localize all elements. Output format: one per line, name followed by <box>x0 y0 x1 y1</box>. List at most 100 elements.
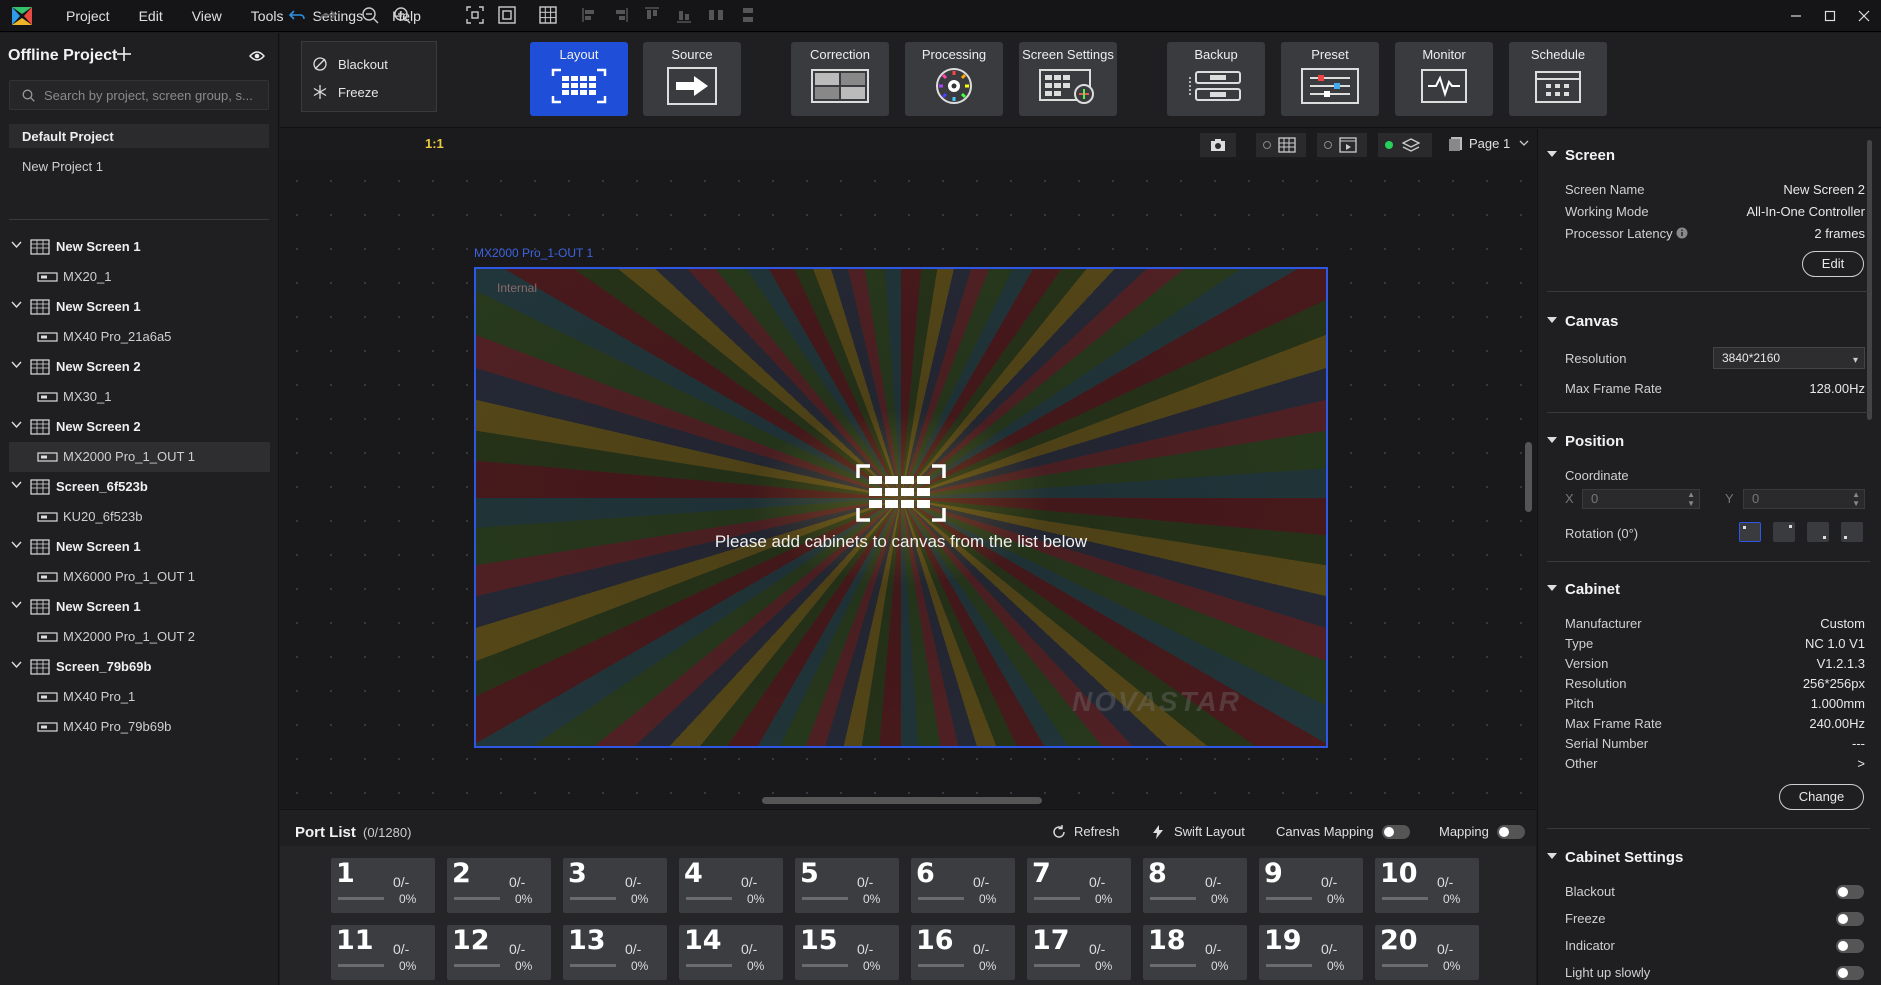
menu-view[interactable]: View <box>192 0 222 32</box>
stepper-arrows-icon[interactable]: ▲ ▼ <box>1852 490 1860 508</box>
zoom-actual-size[interactable]: 1:1 <box>425 136 444 151</box>
rotation-180-button[interactable] <box>1807 522 1829 542</box>
port-card[interactable]: 7 0/- 0% <box>1027 858 1131 913</box>
port-card[interactable]: 11 0/- 0% <box>331 925 435 980</box>
port-card[interactable]: 12 0/- 0% <box>447 925 551 980</box>
properties-scrollbar[interactable] <box>1867 140 1872 420</box>
chevron-down-icon[interactable] <box>11 421 22 429</box>
screen-settings-button[interactable]: Screen Settings <box>1019 42 1117 116</box>
layout-button[interactable]: Layout <box>530 42 628 116</box>
view-toggle-layers[interactable] <box>1378 133 1432 157</box>
rotation-90-button[interactable] <box>1773 522 1795 542</box>
tree-screen-row[interactable]: New Screen 1 <box>0 592 279 622</box>
chevron-down-icon[interactable] <box>11 661 22 669</box>
zoom-in-icon[interactable] <box>393 6 411 24</box>
port-card[interactable]: 18 0/- 0% <box>1143 925 1247 980</box>
tree-screen-row[interactable]: New Screen 1 <box>0 532 279 562</box>
monitor-button[interactable]: Monitor <box>1395 42 1493 116</box>
schedule-button[interactable]: Schedule <box>1509 42 1607 116</box>
tree-device-row[interactable]: MX40 Pro_21a6a5 <box>0 322 279 352</box>
page-selector[interactable]: Page 1 <box>1469 136 1510 151</box>
port-card[interactable]: 5 0/- 0% <box>795 858 899 913</box>
chevron-down-icon[interactable] <box>1519 140 1529 147</box>
new-project-item[interactable]: New Project 1 <box>22 159 103 174</box>
distribute-horizontal-icon[interactable] <box>707 6 725 24</box>
zoom-out-icon[interactable] <box>361 6 379 24</box>
menu-edit[interactable]: Edit <box>139 0 163 32</box>
canvas-section-header[interactable]: Canvas <box>1547 313 1618 330</box>
add-project-icon[interactable] <box>116 46 132 62</box>
menu-project[interactable]: Project <box>66 0 110 32</box>
port-card[interactable]: 10 0/- 0% <box>1375 858 1479 913</box>
tree-screen-row[interactable]: New Screen 1 <box>0 292 279 322</box>
info-icon[interactable] <box>1676 227 1688 239</box>
eye-icon[interactable] <box>249 50 265 62</box>
canvas-mapping-toggle[interactable]: Canvas Mapping <box>1276 824 1410 839</box>
swift-layout-button[interactable]: Swift Layout <box>1152 824 1245 839</box>
edit-screen-button[interactable]: Edit <box>1802 251 1864 277</box>
port-card[interactable]: 17 0/- 0% <box>1027 925 1131 980</box>
port-card[interactable]: 2 0/- 0% <box>447 858 551 913</box>
default-project-item[interactable]: Default Project <box>9 124 269 148</box>
tree-screen-row[interactable]: New Screen 2 <box>0 352 279 382</box>
refresh-button[interactable]: Refresh <box>1052 824 1120 839</box>
port-card[interactable]: 4 0/- 0% <box>679 858 783 913</box>
chevron-down-icon[interactable] <box>11 301 22 309</box>
align-bottom-icon[interactable] <box>675 6 693 24</box>
tree-screen-row[interactable]: New Screen 1 <box>0 232 279 262</box>
canvas-resolution-select[interactable]: 3840*2160 ▾ <box>1713 347 1865 369</box>
tree-device-row[interactable]: MX6000 Pro_1_OUT 1 <box>0 562 279 592</box>
port-card[interactable]: 14 0/- 0% <box>679 925 783 980</box>
view-toggle-grid[interactable] <box>1256 133 1306 157</box>
align-left-icon[interactable] <box>581 6 599 24</box>
rotation-270-button[interactable] <box>1841 522 1863 542</box>
chevron-down-icon[interactable] <box>11 241 22 249</box>
canvas-vertical-scrollbar[interactable] <box>1525 442 1532 512</box>
align-top-icon[interactable] <box>643 6 661 24</box>
screen-section-header[interactable]: Screen <box>1547 147 1615 164</box>
canvas-mapping-switch[interactable] <box>1381 824 1410 839</box>
correction-button[interactable]: Correction <box>791 42 889 116</box>
rotation-0-button[interactable] <box>1739 522 1761 542</box>
cabinet-section-header[interactable]: Cabinet <box>1547 581 1620 598</box>
x-coordinate-input[interactable]: 0 ▲ ▼ <box>1582 489 1700 509</box>
port-card[interactable]: 13 0/- 0% <box>563 925 667 980</box>
port-card[interactable]: 1 0/- 0% <box>331 858 435 913</box>
freeze-toggle[interactable]: Freeze <box>312 82 378 102</box>
tree-device-row[interactable]: MX30_1 <box>0 382 279 412</box>
tree-screen-row[interactable]: Screen_6f523b <box>0 472 279 502</box>
chevron-down-icon[interactable] <box>11 541 22 549</box>
processing-button[interactable]: Processing <box>905 42 1003 116</box>
port-card[interactable]: 20 0/- 0% <box>1375 925 1479 980</box>
close-icon[interactable] <box>1847 0 1881 32</box>
tree-device-row[interactable]: MX2000 Pro_1_OUT 2 <box>0 622 279 652</box>
backup-button[interactable]: Backup <box>1167 42 1265 116</box>
undo-icon[interactable] <box>288 6 306 24</box>
mapping-toggle[interactable]: Mapping <box>1439 824 1525 839</box>
port-card[interactable]: 8 0/- 0% <box>1143 858 1247 913</box>
align-right-icon[interactable] <box>611 6 629 24</box>
tree-device-row[interactable]: MX40 Pro_1 <box>0 682 279 712</box>
blackout-toggle[interactable]: Blackout <box>312 54 388 74</box>
view-toggle-video[interactable] <box>1317 133 1367 157</box>
y-coordinate-input[interactable]: 0 ▲ ▼ <box>1743 489 1865 509</box>
fit-canvas-icon[interactable] <box>498 6 516 24</box>
cabinet-setting-toggle[interactable] <box>1836 885 1864 899</box>
port-card[interactable]: 15 0/- 0% <box>795 925 899 980</box>
menu-tools[interactable]: Tools <box>251 0 284 32</box>
cabinet-settings-section-header[interactable]: Cabinet Settings <box>1547 849 1683 866</box>
redo-icon[interactable] <box>319 6 337 24</box>
screenshot-button[interactable] <box>1200 133 1236 157</box>
distribute-vertical-icon[interactable] <box>739 6 757 24</box>
fit-screen-icon[interactable] <box>466 6 484 24</box>
port-card[interactable]: 3 0/- 0% <box>563 858 667 913</box>
chevron-down-icon[interactable] <box>11 601 22 609</box>
maximize-icon[interactable] <box>1813 0 1847 32</box>
cabinet-setting-toggle[interactable] <box>1836 966 1864 980</box>
chevron-down-icon[interactable] <box>11 481 22 489</box>
change-cabinet-button[interactable]: Change <box>1779 784 1864 810</box>
port-card[interactable]: 9 0/- 0% <box>1259 858 1363 913</box>
cabinet-info-row[interactable]: Other > <box>1565 756 1865 771</box>
minimize-icon[interactable] <box>1779 0 1813 32</box>
tree-screen-row[interactable]: New Screen 2 <box>0 412 279 442</box>
